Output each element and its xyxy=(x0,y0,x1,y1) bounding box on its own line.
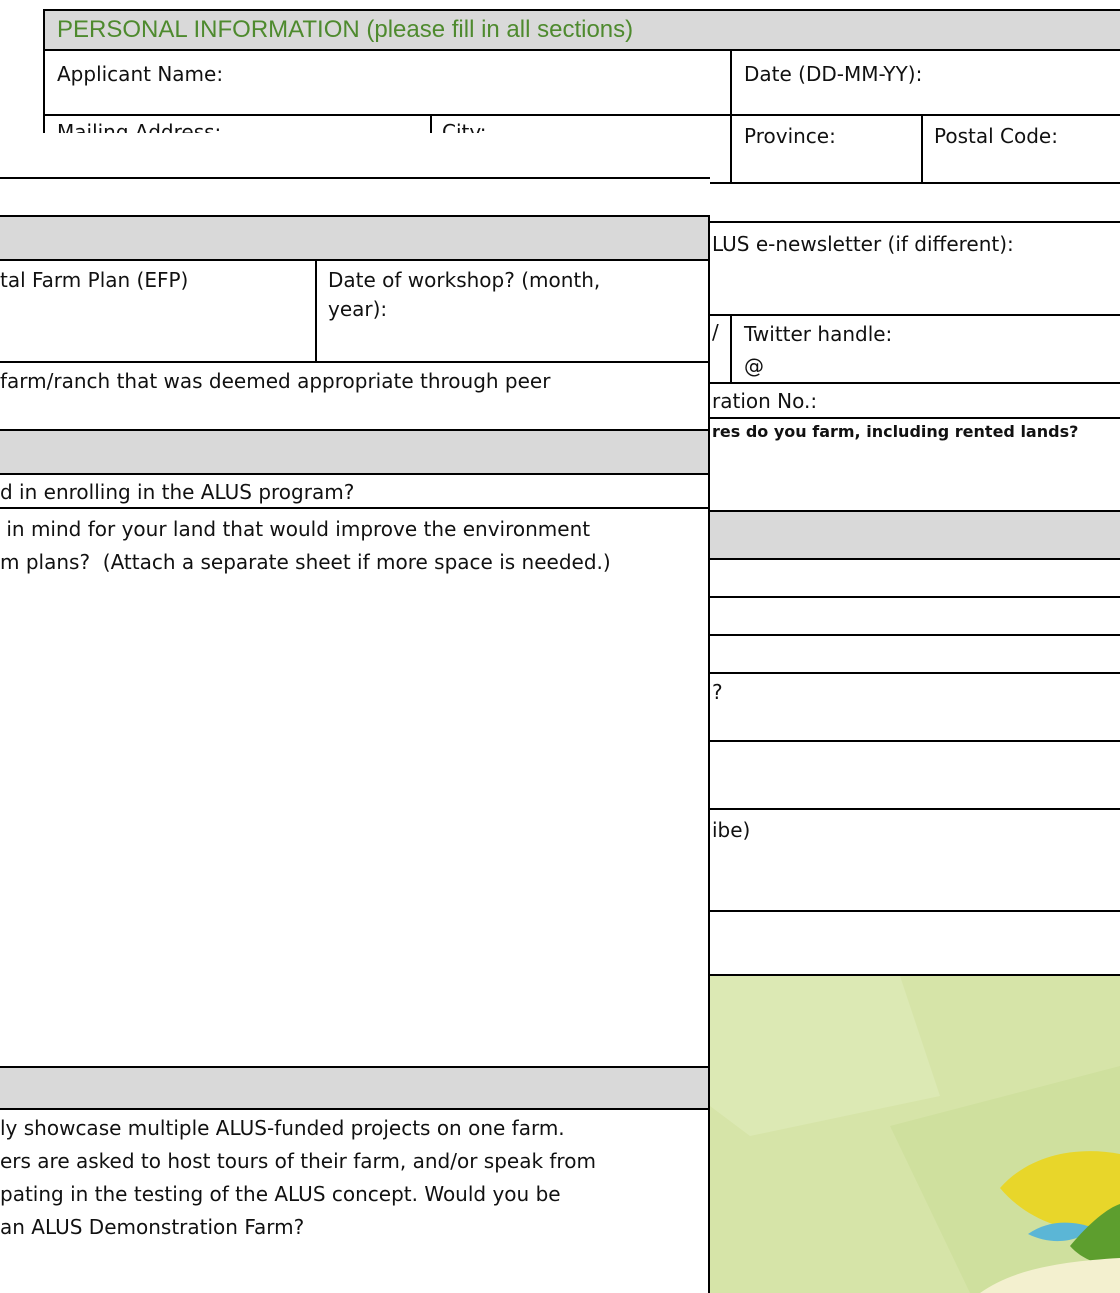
rule xyxy=(921,115,923,184)
workshop-date-label-line2: year): xyxy=(328,297,388,321)
rule xyxy=(44,9,1120,11)
workshop-date-label-line1: Date of workshop? (month, xyxy=(328,268,601,292)
demo-farm-line2: ers are asked to host tours of their far… xyxy=(0,1149,596,1173)
question-fragment: ? xyxy=(712,680,723,704)
date-label: Date (DD-MM-YY): xyxy=(744,62,923,86)
applicant-name-label: Applicant Name: xyxy=(57,62,224,86)
rule xyxy=(44,49,1120,51)
front-form-window: tal Farm Plan (EFP) Date of workshop? (m… xyxy=(0,133,710,1293)
rule xyxy=(710,382,1120,384)
rule xyxy=(430,115,432,135)
rule xyxy=(730,315,732,383)
rule xyxy=(0,429,710,431)
alus-leaf-logo xyxy=(710,976,1120,1293)
plans-question-line1: in mind for your land that would improve… xyxy=(0,517,591,541)
rule xyxy=(315,260,317,361)
section-header-band xyxy=(710,511,1120,559)
rule xyxy=(710,417,1120,419)
efp-label: tal Farm Plan (EFP) xyxy=(0,268,189,292)
enrolling-question: d in enrolling in the ALUS program? xyxy=(0,480,355,504)
section-header-band xyxy=(0,216,708,260)
rule xyxy=(710,634,1120,636)
demo-farm-line4: an ALUS Demonstration Farm? xyxy=(0,1215,305,1239)
twitter-prefix: @ xyxy=(744,354,764,378)
plans-answer-field[interactable] xyxy=(4,585,698,1065)
describe-fragment: ibe) xyxy=(712,818,751,842)
postal-code-label: Postal Code: xyxy=(934,124,1058,148)
rule xyxy=(710,672,1120,674)
rule xyxy=(710,740,1120,742)
rule xyxy=(0,259,710,261)
rule xyxy=(710,221,1120,223)
rule xyxy=(710,510,1120,512)
rule xyxy=(0,473,710,475)
section-header-band xyxy=(0,1067,708,1109)
rule xyxy=(0,177,710,179)
rule xyxy=(0,1066,710,1068)
applicant-name-field[interactable] xyxy=(50,85,726,111)
acres-label: res do you farm, including rented lands? xyxy=(712,422,1079,441)
rule xyxy=(710,558,1120,560)
rule xyxy=(44,114,1120,116)
facebook-fragment: / xyxy=(712,320,719,344)
registration-label: ration No.: xyxy=(712,389,818,413)
twitter-label: Twitter handle: xyxy=(744,322,893,346)
workshop-date-field[interactable] xyxy=(392,295,702,323)
plans-question-line2: m plans? (Attach a separate sheet if mor… xyxy=(0,550,611,574)
decorative-panel xyxy=(710,976,1120,1293)
rule xyxy=(710,808,1120,810)
rule xyxy=(710,182,1120,184)
demo-farm-line1: ly showcase multiple ALUS-funded project… xyxy=(0,1116,565,1140)
rule xyxy=(730,50,732,184)
demo-farm-line3: pating in the testing of the ALUS concep… xyxy=(0,1182,561,1206)
window-edge xyxy=(708,215,710,1293)
rule xyxy=(0,1108,710,1110)
rule xyxy=(0,507,710,509)
rule xyxy=(0,361,710,363)
section-header-band xyxy=(0,430,708,474)
rule xyxy=(710,314,1120,316)
date-field[interactable] xyxy=(736,85,1120,111)
province-label: Province: xyxy=(744,124,836,148)
peer-review-text: farm/ranch that was deemed appropriate t… xyxy=(0,369,551,393)
rule xyxy=(710,910,1120,912)
twitter-handle-field[interactable] xyxy=(770,352,1110,378)
personal-info-title: PERSONAL INFORMATION (please fill in all… xyxy=(57,16,634,43)
rule xyxy=(0,215,710,217)
newsletter-label: LUS e-newsletter (if different): xyxy=(712,232,1014,256)
rule xyxy=(710,596,1120,598)
